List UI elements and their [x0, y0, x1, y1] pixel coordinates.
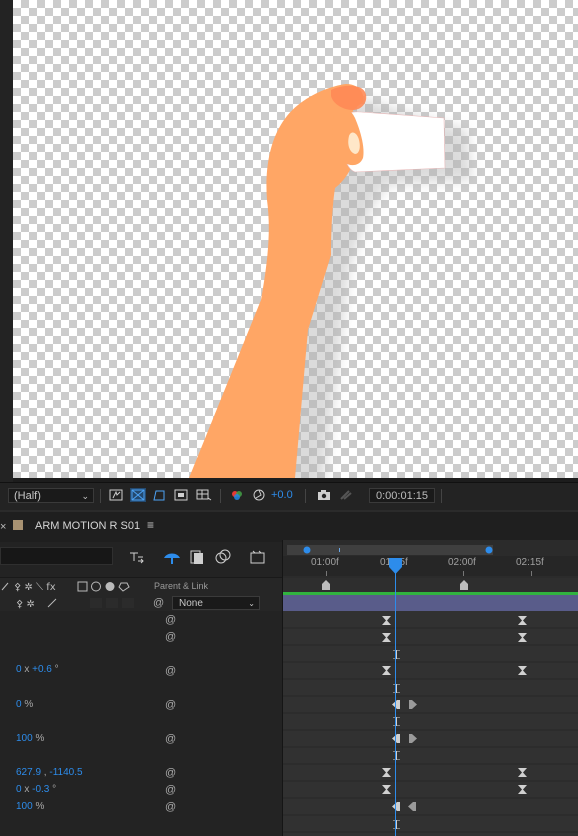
pickwhip-icon[interactable]: @ — [165, 665, 177, 677]
svg-text:⚴ ✲ ⟍ fx: ⚴ ✲ ⟍ fx — [14, 582, 56, 593]
viewer-left-gutter — [0, 0, 13, 482]
parent-dropdown[interactable]: None ⌄ — [172, 596, 260, 610]
draft-3d-icon[interactable] — [163, 549, 181, 565]
exposure-value[interactable]: +0.0 — [271, 489, 293, 501]
keyframe-ease[interactable] — [392, 700, 401, 709]
panel-menu-icon[interactable]: ≡ — [147, 518, 154, 532]
show-snapshot-icon[interactable] — [338, 488, 354, 502]
pickwhip-icon[interactable]: @ — [165, 631, 177, 643]
current-time-indicator-line[interactable] — [395, 560, 396, 836]
time-tick-label: 01:00f — [311, 557, 339, 568]
pickwhip-icon[interactable]: @ — [165, 801, 177, 813]
keyframe-hold[interactable] — [518, 768, 527, 777]
property-value[interactable]: 627.9 , -1140.5 — [16, 767, 83, 778]
property-value[interactable]: 0 x -0.3 ° — [16, 784, 56, 795]
keyframe-marker[interactable] — [392, 820, 401, 829]
keyframe-track-area[interactable] — [283, 611, 578, 836]
keyframe-hold[interactable] — [382, 633, 391, 642]
keyframe-marker[interactable] — [392, 684, 401, 693]
composition-color-swatch — [13, 520, 23, 530]
keyframe-ease[interactable] — [408, 802, 417, 811]
viewer-toolbar: (Half) ⌄ +0.0 0:00:01:15 — [0, 482, 578, 509]
pickwhip-icon[interactable]: @ — [165, 784, 177, 796]
keyframe-hold[interactable] — [382, 666, 391, 675]
arm-illustration[interactable] — [13, 0, 578, 478]
hide-shy-layers-icon[interactable] — [188, 549, 206, 565]
svg-text:⚴ ✲: ⚴ ✲ — [16, 599, 35, 609]
time-tick-label: 02:15f — [516, 557, 544, 568]
property-value[interactable]: 0 % — [16, 699, 33, 710]
pickwhip-icon[interactable]: @ — [165, 614, 177, 626]
transparency-grid-icon[interactable] — [130, 488, 146, 502]
chevron-down-icon: ⌄ — [81, 491, 89, 501]
work-area-bar[interactable] — [287, 545, 493, 555]
property-value[interactable]: 100 % — [16, 733, 44, 744]
parent-value: None — [179, 598, 203, 609]
divider — [305, 489, 306, 503]
comp-mini-flowchart-icon[interactable] — [128, 549, 146, 565]
keyframe-hold[interactable] — [382, 768, 391, 777]
pickwhip-icon[interactable]: @ — [165, 733, 177, 745]
keyframe-marker[interactable] — [392, 650, 401, 659]
divider — [220, 489, 221, 503]
camera-icon[interactable] — [316, 488, 332, 502]
time-tick-label: 02:00f — [448, 557, 476, 568]
layer-duration-bar[interactable] — [283, 595, 578, 611]
layer-search-input[interactable] — [0, 547, 113, 565]
resolution-dropdown[interactable]: (Half) ⌄ — [8, 488, 94, 503]
playhead-icon[interactable] — [389, 558, 402, 574]
parent-link-header[interactable]: Parent & Link — [154, 581, 208, 591]
ruler-tick — [326, 571, 327, 576]
keyframe-ease[interactable] — [408, 734, 417, 743]
keyframe-ease[interactable] — [392, 802, 401, 811]
transparency-grid-canvas[interactable] — [13, 0, 578, 478]
divider — [441, 489, 442, 503]
switches-header-icons: ⚴ ✲ ⟍ fx — [1, 581, 130, 593]
property-value[interactable]: 0 x +0.6 ° — [16, 664, 59, 675]
ruler-tick — [531, 571, 532, 576]
keyframe-marker[interactable] — [392, 717, 401, 726]
mask-visibility-icon[interactable] — [151, 488, 167, 502]
pickwhip-icon[interactable]: @ — [165, 767, 177, 779]
close-icon[interactable]: × — [0, 521, 6, 533]
keyframe-hold[interactable] — [382, 616, 391, 625]
keyframe-hold[interactable] — [518, 633, 527, 642]
keyframe-marker[interactable] — [392, 751, 401, 760]
keyframe-hold[interactable] — [518, 666, 527, 675]
ruler-tick — [463, 571, 464, 576]
keyframe-ease[interactable] — [392, 734, 401, 743]
keyframe-ease[interactable] — [408, 700, 417, 709]
keyframe-hold[interactable] — [382, 785, 391, 794]
property-value[interactable]: 100 % — [16, 801, 44, 812]
parent-pickwhip-icon[interactable]: @ — [153, 597, 165, 609]
reset-exposure-icon[interactable] — [251, 488, 267, 502]
keyframe-hold[interactable] — [518, 616, 527, 625]
region-of-interest-icon[interactable] — [173, 488, 189, 502]
fast-previews-icon[interactable] — [108, 488, 124, 502]
grid-guides-icon[interactable] — [196, 488, 212, 502]
divider — [100, 489, 101, 503]
channel-icon[interactable] — [229, 488, 245, 502]
motion-blur-icon[interactable] — [249, 549, 267, 565]
current-time-field[interactable]: 0:00:01:15 — [369, 488, 435, 503]
keyframe-hold[interactable] — [518, 785, 527, 794]
composition-tab-title[interactable]: ARM MOTION R S01 — [35, 520, 140, 532]
layer-switches[interactable]: ⚴ ✲ — [14, 597, 164, 609]
timeline-tab-bar: × ARM MOTION R S01 ≡ — [0, 510, 578, 542]
comp-marker[interactable] — [322, 580, 330, 590]
row-grid — [283, 627, 578, 833]
comp-marker[interactable] — [460, 580, 468, 590]
frame-blending-icon[interactable] — [214, 549, 232, 565]
chevron-down-icon: ⌄ — [248, 599, 255, 608]
resolution-value: (Half) — [14, 490, 41, 502]
pickwhip-icon[interactable]: @ — [165, 699, 177, 711]
